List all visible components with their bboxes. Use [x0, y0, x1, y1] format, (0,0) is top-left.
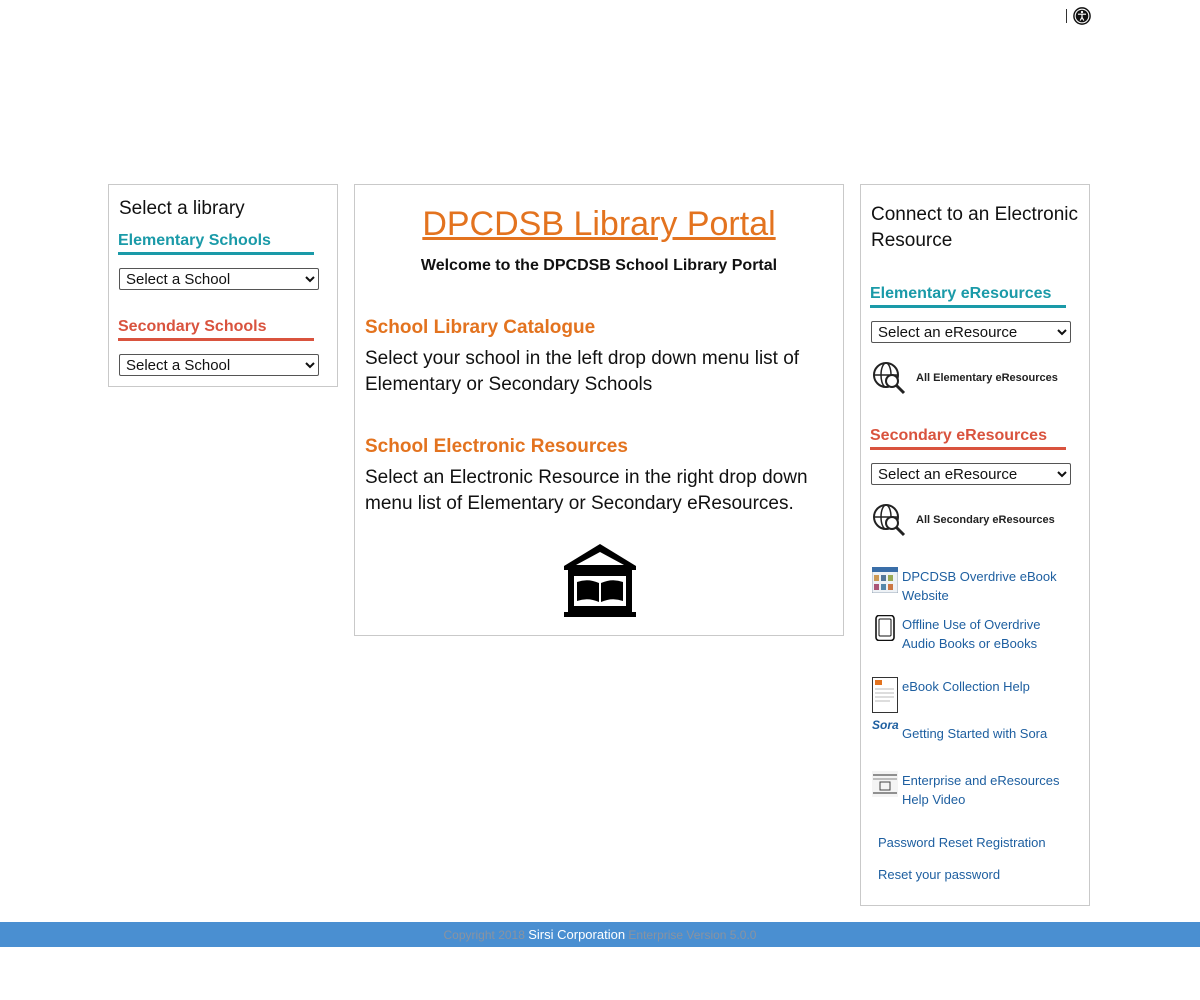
portal-main-panel: DPCDSB Library Portal Welcome to the DPC…: [354, 184, 844, 636]
accessibility-icon[interactable]: [1073, 7, 1091, 25]
catalogue-heading: School Library Catalogue: [365, 317, 596, 338]
all-elementary-eresources-link[interactable]: All Elementary eResources: [872, 361, 1058, 395]
eresources-description: Select an Electronic Resource in the rig…: [365, 467, 808, 514]
offline-overdrive-label: Offline Use of Overdrive Audio Books or …: [902, 617, 1041, 651]
tablet-icon: [875, 615, 895, 641]
secondary-eresource-select[interactable]: Select an eResource: [871, 463, 1071, 485]
enterprise-help-video-link[interactable]: Enterprise and eResources Help Video: [872, 771, 1072, 809]
globe-search-icon: [873, 504, 906, 537]
sora-logo-icon: Sora: [872, 718, 899, 732]
all-secondary-eresources-link[interactable]: All Secondary eResources: [872, 503, 1055, 537]
offline-overdrive-link[interactable]: Offline Use of Overdrive Audio Books or …: [872, 615, 1072, 653]
library-select-title: Select a library: [119, 198, 245, 219]
eresources-heading: School Electronic Resources: [365, 436, 628, 457]
enterprise-help-video-label: Enterprise and eResources Help Video: [902, 773, 1060, 807]
catalogue-description: Select your school in the left drop down…: [365, 348, 800, 395]
ebook-collection-help-label: eBook Collection Help: [902, 679, 1030, 694]
secondary-schools-heading: Secondary Schools: [118, 318, 314, 341]
elementary-eresource-select[interactable]: Select an eResource: [871, 321, 1071, 343]
ebook-collection-help-link[interactable]: eBook Collection Help: [872, 677, 1072, 713]
eresource-panel: Connect to an Electronic Resource Elemen…: [860, 184, 1090, 906]
all-elementary-eresources-label: All Elementary eResources: [916, 372, 1058, 384]
secondary-eresources-heading: Secondary eResources: [870, 427, 1066, 450]
library-building-icon: [564, 544, 636, 617]
footer-version: Enterprise Version 5.0.0: [628, 928, 757, 942]
secondary-school-select[interactable]: Select a School: [119, 354, 319, 376]
top-toolbar: [1066, 6, 1091, 26]
elementary-school-select[interactable]: Select a School: [119, 268, 319, 290]
footer-bar: Copyright 2018 Sirsi Corporation Enterpr…: [0, 922, 1200, 947]
footer-copyright: Copyright 2018: [443, 928, 525, 942]
portal-title-link[interactable]: DPCDSB Library Portal: [355, 205, 843, 244]
overdrive-thumbnail-icon: [872, 567, 898, 593]
elementary-schools-heading: Elementary Schools: [118, 232, 314, 255]
all-secondary-eresources-label: All Secondary eResources: [916, 514, 1055, 526]
toolbar-separator: [1066, 9, 1067, 23]
password-reset-registration-link[interactable]: Password Reset Registration: [878, 835, 1046, 850]
elementary-eresources-heading: Elementary eResources: [870, 285, 1066, 308]
overdrive-website-link[interactable]: DPCDSB Overdrive eBook Website: [872, 567, 1072, 605]
reset-password-link[interactable]: Reset your password: [878, 867, 1000, 882]
sora-link[interactable]: Sora Getting Started with Sora: [872, 718, 1072, 743]
video-thumbnail-icon: [872, 771, 898, 797]
eresource-panel-title: Connect to an Electronic Resource: [871, 204, 1079, 251]
overdrive-website-label: DPCDSB Overdrive eBook Website: [902, 569, 1057, 603]
globe-search-icon: [873, 362, 906, 395]
footer-company-link[interactable]: Sirsi Corporation: [528, 927, 625, 942]
document-thumbnail-icon: [872, 677, 898, 713]
library-select-panel: Select a library Elementary Schools Sele…: [108, 184, 338, 387]
welcome-text: Welcome to the DPCDSB School Library Por…: [420, 257, 778, 274]
sora-label: Getting Started with Sora: [902, 726, 1048, 741]
